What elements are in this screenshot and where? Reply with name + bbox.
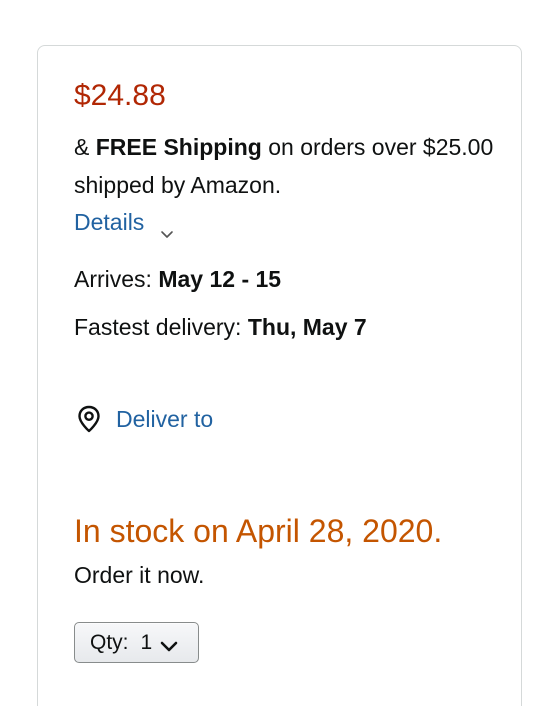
arrives-label: Arrives: xyxy=(74,266,159,292)
shipping-info: & FREE Shipping on orders over $25.00 sh… xyxy=(74,128,494,204)
qty-value: 1 xyxy=(140,630,153,654)
fastest-label: Fastest delivery: xyxy=(74,314,248,340)
qty-label: Qty: xyxy=(90,630,129,654)
free-shipping-label: FREE Shipping xyxy=(95,134,262,160)
location-pin-icon xyxy=(76,405,102,433)
quantity-dropdown[interactable]: Qty: 1 xyxy=(74,622,199,663)
deliver-to-link[interactable]: Deliver to xyxy=(76,402,213,436)
arrives-value: May 12 - 15 xyxy=(158,266,282,292)
arrival-date: Arrives: May 12 - 15 xyxy=(74,261,281,297)
fastest-value: Thu, May 7 xyxy=(247,314,367,340)
chevron-down-icon xyxy=(160,215,174,238)
order-now-note: Order it now. xyxy=(74,562,205,588)
fastest-delivery: Fastest delivery: Thu, May 7 xyxy=(74,309,367,345)
shipping-prefix: & xyxy=(74,134,96,160)
details-label: Details xyxy=(74,209,145,235)
stock-status: In stock on April 28, 2020. xyxy=(74,513,443,549)
deliver-to-label: Deliver to xyxy=(116,406,214,432)
chevron-down-icon xyxy=(160,636,178,651)
price: $24.88 xyxy=(74,79,166,112)
details-link[interactable]: Details xyxy=(74,204,174,240)
